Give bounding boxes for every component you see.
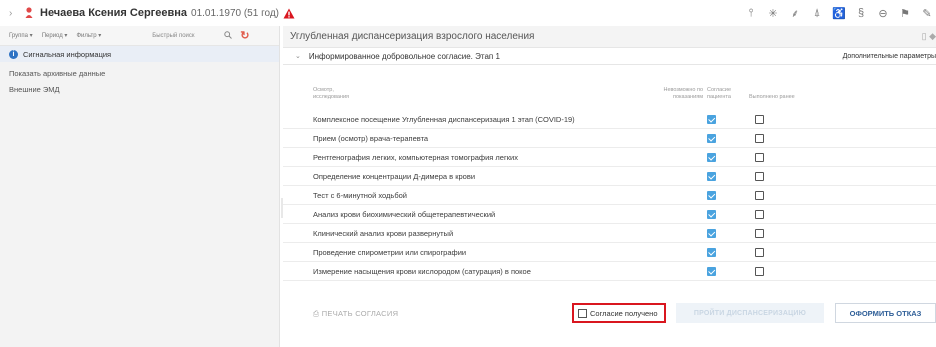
page-title: Углубленная диспансеризация взрослого на… bbox=[290, 31, 535, 42]
edit-icon[interactable]: ✎ bbox=[918, 4, 936, 22]
action-bar: ⎙ ПЕЧАТЬ СОГЛАСИЯ Согласие получено ПРОЙ… bbox=[283, 302, 936, 326]
quick-search-input[interactable]: Быстрый поиск bbox=[152, 33, 214, 39]
patient-consent-checkbox[interactable] bbox=[707, 134, 716, 143]
register-refusal-button[interactable]: ОФОРМИТЬ ОТКАЗ bbox=[835, 303, 936, 323]
syringe-icon[interactable]: ⸙ bbox=[786, 4, 804, 22]
table-row: Клинический анализ крови развернутый bbox=[283, 224, 936, 243]
external-emd-link[interactable]: Внешние ЭМД bbox=[0, 81, 279, 97]
patient-consent-checkbox[interactable] bbox=[707, 172, 716, 181]
exam-name: Анализ крови биохимический общетерапевти… bbox=[313, 210, 496, 219]
virus-icon[interactable]: ✳ bbox=[764, 4, 782, 22]
table-row: Определение концентрации Д-димера в кров… bbox=[283, 167, 936, 186]
title-tools-icon[interactable]: ▯ ◆ bbox=[922, 31, 936, 42]
done-earlier-checkbox[interactable] bbox=[755, 210, 764, 219]
stethoscope-icon[interactable]: § bbox=[852, 4, 870, 22]
done-earlier-checkbox[interactable] bbox=[755, 248, 764, 257]
table-row: Прием (осмотр) врача-терапевта bbox=[283, 129, 936, 148]
left-toolbar: Группа ▾ Период ▾ Фильтр ▾ Быстрый поиск… bbox=[0, 26, 279, 46]
print-consent-button[interactable]: ⎙ ПЕЧАТЬ СОГЛАСИЯ bbox=[313, 309, 398, 319]
exam-name: Проведение спирометрии или спирографии bbox=[313, 248, 467, 257]
person-icon bbox=[24, 6, 34, 20]
done-earlier-checkbox[interactable] bbox=[755, 267, 764, 276]
patient-consent-checkbox[interactable] bbox=[707, 248, 716, 257]
left-panel: Группа ▾ Период ▾ Фильтр ▾ Быстрый поиск… bbox=[0, 26, 280, 347]
table-row: Проведение спирометрии или спирографии bbox=[283, 243, 936, 262]
flag-icon[interactable]: ⚑ bbox=[896, 4, 914, 22]
disability-icon[interactable]: ♿ bbox=[830, 4, 848, 22]
patient-header: › Нечаева Ксения Сергеевна 01.01.1970 (5… bbox=[0, 0, 936, 26]
patient-birthdate: 01.01.1970 (51 год) bbox=[191, 7, 280, 19]
circle-icon[interactable]: ⊖ bbox=[874, 4, 892, 22]
done-earlier-checkbox[interactable] bbox=[755, 172, 764, 181]
patient-consent-checkbox[interactable] bbox=[707, 210, 716, 219]
info-icon: i bbox=[9, 49, 18, 59]
page-title-bar: Углубленная диспансеризация взрослого на… bbox=[283, 26, 936, 48]
printer-icon: ⎙ bbox=[313, 309, 320, 318]
search-icon[interactable] bbox=[224, 30, 233, 41]
consent-received-checkbox[interactable]: Согласие получено bbox=[572, 303, 666, 323]
section-title: Информированное добровольное согласие. Э… bbox=[308, 51, 500, 61]
refresh-icon[interactable]: ↻ bbox=[240, 29, 249, 42]
signal-info-item[interactable]: i Сигнальная информация bbox=[0, 46, 279, 62]
header-toolbar: ⫯ ✳ ⸙ ⍋ ♿ § ⊖ ⚑ ✎ bbox=[738, 4, 936, 22]
consent-received-check[interactable] bbox=[578, 308, 587, 318]
patient-consent-checkbox[interactable] bbox=[707, 191, 716, 200]
exam-name: Рентгенография легких, компьютерная томо… bbox=[313, 153, 518, 162]
patient-consent-checkbox[interactable] bbox=[707, 229, 716, 238]
exam-name: Определение концентрации Д-димера в кров… bbox=[313, 172, 476, 181]
warning-icon[interactable] bbox=[283, 8, 295, 19]
table-row: Измерение насыщения крови кислородом (са… bbox=[283, 262, 936, 281]
patient-consent-checkbox[interactable] bbox=[707, 153, 716, 162]
additional-params-link[interactable]: Дополнительные параметры bbox=[843, 53, 936, 60]
table-row: Анализ крови биохимический общетерапевти… bbox=[283, 205, 936, 224]
done-earlier-checkbox[interactable] bbox=[755, 134, 764, 143]
show-archive-link[interactable]: Показать архивные данные bbox=[0, 65, 279, 81]
filter-dropdown[interactable]: Фильтр ▾ bbox=[76, 32, 101, 39]
consent-section-header[interactable]: ⌄ Информированное добровольное согласие.… bbox=[283, 48, 936, 65]
patient-consent-checkbox[interactable] bbox=[707, 267, 716, 276]
group-dropdown[interactable]: Группа ▾ bbox=[9, 32, 33, 39]
done-earlier-checkbox[interactable] bbox=[755, 115, 764, 124]
triangle-icon[interactable]: ⍋ bbox=[808, 4, 826, 22]
main-content: Углубленная диспансеризация взрослого на… bbox=[283, 26, 936, 347]
exam-name: Комплексное посещение Углубленная диспан… bbox=[313, 115, 575, 124]
exam-name: Прием (осмотр) врача-терапевта bbox=[313, 134, 429, 143]
col-impossible-header: Невозможно по показаниям bbox=[663, 87, 703, 100]
table-row: Рентгенография легких, компьютерная томо… bbox=[283, 148, 936, 167]
pass-examination-button[interactable]: ПРОЙТИ ДИСПАНСЕРИЗАЦИЮ bbox=[676, 303, 824, 323]
exam-name: Клинический анализ крови развернутый bbox=[313, 229, 454, 238]
chevron-right-icon[interactable]: › bbox=[9, 8, 19, 19]
patient-name: Нечаева Ксения Сергеевна bbox=[40, 7, 188, 19]
table-row: Тест с 6-минутной ходьбой bbox=[283, 186, 936, 205]
exam-name: Тест с 6-минутной ходьбой bbox=[313, 191, 407, 200]
chevron-down-icon[interactable]: ⌄ bbox=[295, 52, 301, 60]
done-earlier-checkbox[interactable] bbox=[755, 191, 764, 200]
done-earlier-checkbox[interactable] bbox=[755, 229, 764, 238]
signal-info-label: Сигнальная информация bbox=[23, 49, 112, 59]
vital-signs-icon[interactable]: ⫯ bbox=[742, 4, 760, 22]
table-row: Комплексное посещение Углубленная диспан… bbox=[283, 110, 936, 129]
done-earlier-checkbox[interactable] bbox=[755, 153, 764, 162]
col-consent-header: Согласие пациента bbox=[707, 87, 732, 100]
period-dropdown[interactable]: Период ▾ bbox=[42, 32, 68, 39]
exam-name: Измерение насыщения крови кислородом (са… bbox=[313, 267, 531, 276]
col-exam-header: Осмотр, исследования bbox=[313, 87, 349, 100]
patient-consent-checkbox[interactable] bbox=[707, 115, 716, 124]
